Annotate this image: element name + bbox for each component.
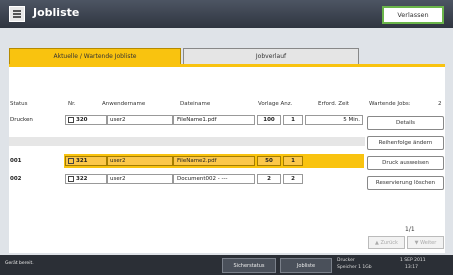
job-file: FileName1.pdf <box>173 115 255 125</box>
waiting-jobs-label: Wartende Jobs: <box>369 101 411 107</box>
job-user: user2 <box>107 156 173 166</box>
job-status: Drucken <box>10 117 33 123</box>
job-status: 001 <box>10 158 22 164</box>
tab-job-history[interactable]: Jobverlauf <box>183 48 359 64</box>
col-header-nr: Nr. <box>68 101 76 107</box>
job-pages: 2 <box>257 174 281 184</box>
joblist-icon <box>9 6 25 22</box>
print-now-button[interactable]: Druck ausweisen <box>367 156 444 170</box>
next-page-button[interactable]: ▼ Weiter <box>407 236 444 249</box>
col-header-status: Status <box>10 101 28 107</box>
printer-label: Drucker <box>337 258 355 263</box>
print-job-icon <box>68 117 74 123</box>
job-copies: 1 <box>283 156 303 166</box>
table-row[interactable]: 001 321 user2 FileName2.pdf 50 1 <box>9 154 364 168</box>
memory-label: Speicher 1 1Gb <box>337 265 372 270</box>
col-header-time: Erford. Zeit <box>318 101 350 107</box>
job-copies: 1 <box>283 115 303 125</box>
table-row[interactable]: Drucken 320 user2 FileName1.pdf 100 1 5 … <box>9 113 363 127</box>
status-message: Gerät bereit. <box>5 261 34 266</box>
status-date: 1 SEP 2011 <box>400 258 426 263</box>
job-number: 322 <box>76 176 88 182</box>
job-number-cell: 322 <box>65 174 107 184</box>
system-status-button[interactable]: Sicherstatus <box>222 258 276 273</box>
job-number-cell: 321 <box>65 156 107 166</box>
job-user: user2 <box>107 115 173 125</box>
job-list-button[interactable]: Jobliste <box>280 258 332 273</box>
tab-current-jobs[interactable]: Aktuelle / Wartende Jobliste <box>9 48 181 64</box>
job-user: user2 <box>107 174 173 184</box>
print-job-icon <box>68 158 74 164</box>
job-time: 5 Min. <box>305 115 363 125</box>
job-pages: 100 <box>257 115 281 125</box>
delete-reservation-button[interactable]: Reservierung löschen <box>367 176 444 190</box>
change-order-button[interactable]: Reihenfolge ändern <box>367 136 444 150</box>
job-copies: 2 <box>283 174 303 184</box>
status-time: 13:17 <box>405 265 418 270</box>
job-file: FileName2.pdf <box>173 156 255 166</box>
col-header-pages: Vorlage Anz. <box>258 101 293 107</box>
table-row[interactable]: 002 322 user2 Document002 - --- 2 2 <box>9 172 363 186</box>
page-indicator: 1/1 <box>405 226 415 233</box>
col-header-file: Dateiname <box>180 101 211 107</box>
details-button[interactable]: Details <box>367 116 444 130</box>
prev-page-button[interactable]: ▲ Zurück <box>368 236 405 249</box>
job-number-cell: 320 <box>65 115 107 125</box>
job-file: Document002 - --- <box>173 174 255 184</box>
job-number: 321 <box>76 158 88 164</box>
waiting-jobs-count: 2 <box>438 101 442 107</box>
job-status: 002 <box>10 176 22 182</box>
job-number: 320 <box>76 117 88 123</box>
col-header-user: Anwendername <box>102 101 146 107</box>
job-pages: 50 <box>257 156 281 166</box>
row-separator <box>9 137 365 146</box>
page-title: Jobliste <box>33 6 80 19</box>
exit-button[interactable]: Verlassen <box>382 6 444 24</box>
document-icon <box>68 176 74 182</box>
